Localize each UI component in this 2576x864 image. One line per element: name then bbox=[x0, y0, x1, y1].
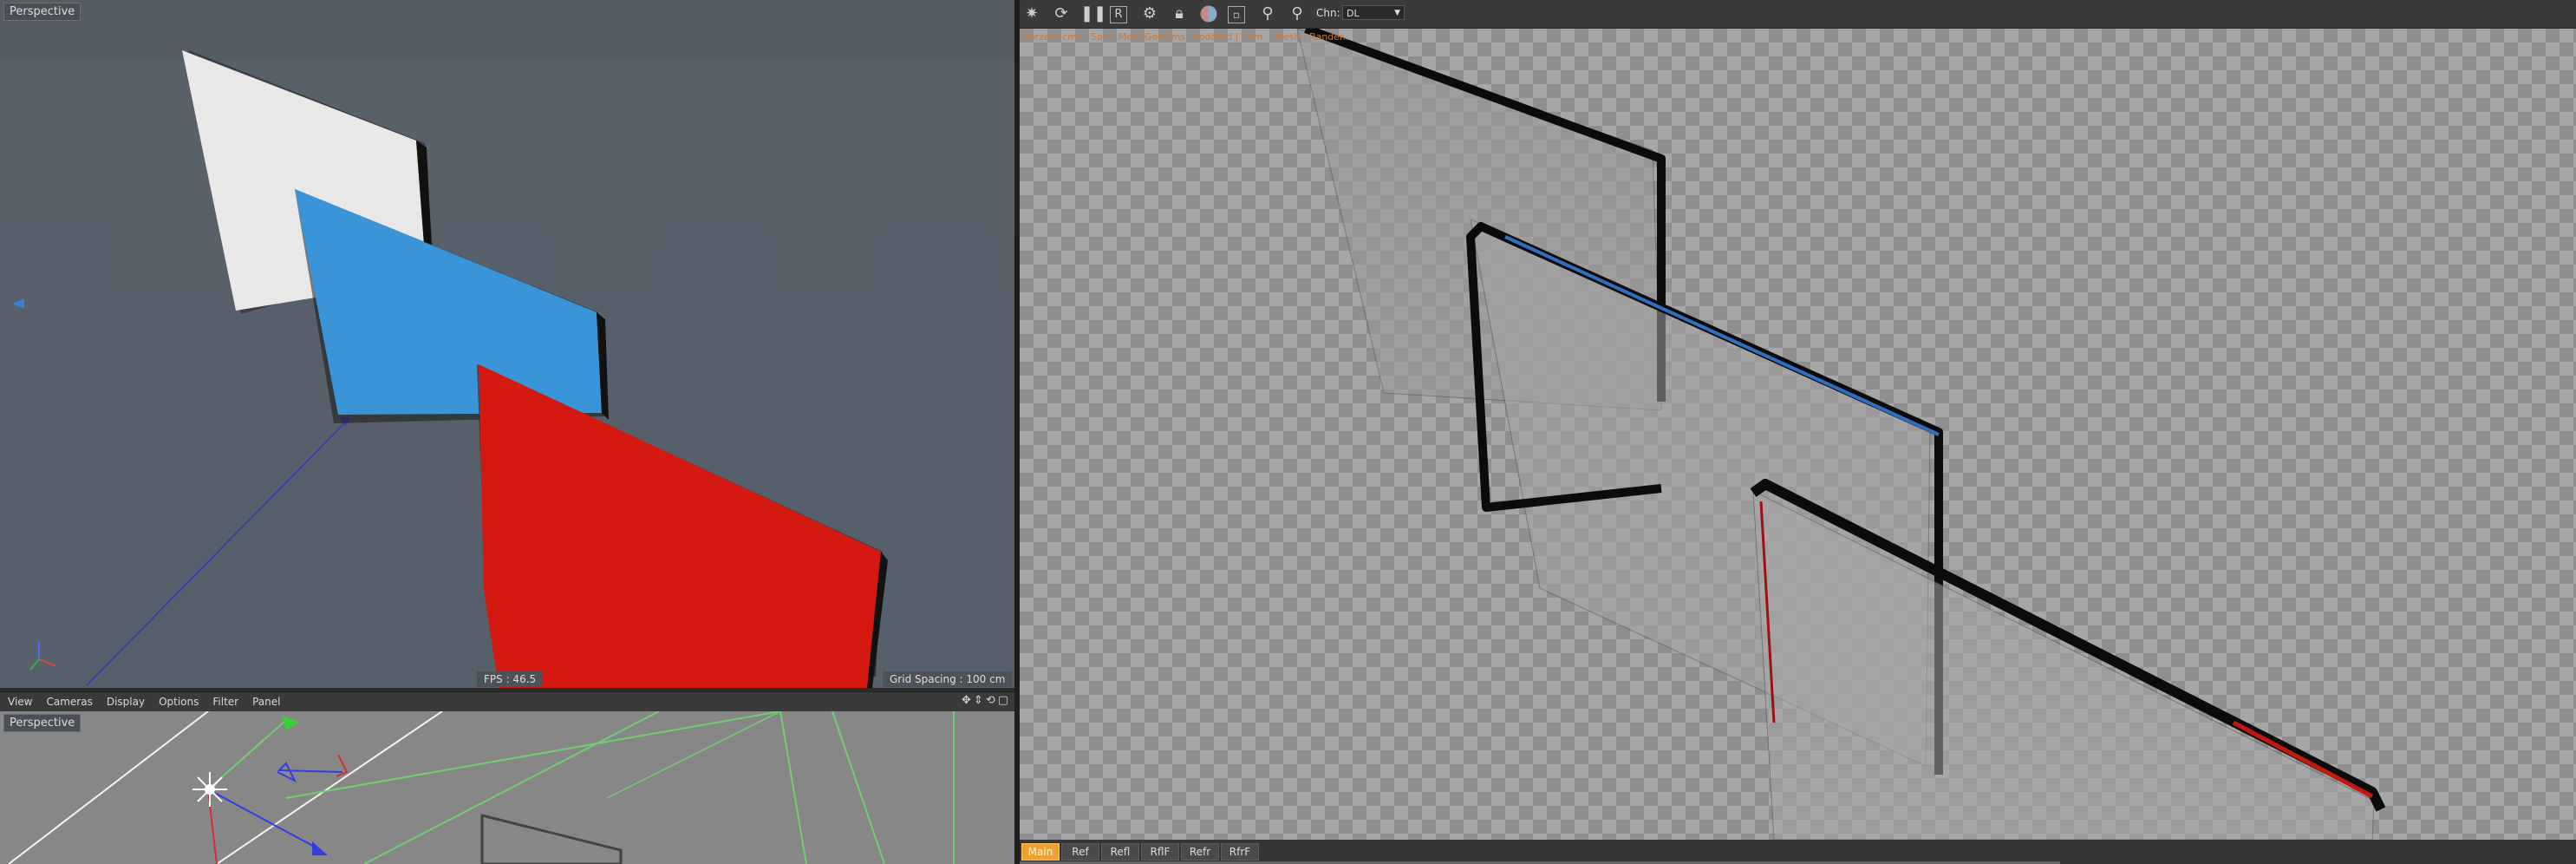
pin-icon[interactable]: ⚲ bbox=[1257, 3, 1278, 24]
viewport-scene[interactable] bbox=[0, 0, 1014, 688]
render-image bbox=[1296, 29, 2386, 840]
render-stats-text: Obrzekr cms : Sam. MesHGenDms: Updated |… bbox=[1021, 31, 1353, 43]
perspective-viewport-top[interactable]: Perspective FPS : 46.5 Grid Spacing : 10… bbox=[0, 0, 1014, 688]
pin-alt-icon[interactable]: ⚲ bbox=[1287, 3, 1308, 24]
camera-gizmo-red bbox=[336, 754, 349, 777]
viewport-menubar: View Cameras Display Options Filter Panel ✥⇕⟲… bbox=[0, 691, 1014, 712]
pass-tab-refr[interactable]: Refr bbox=[1181, 843, 1219, 861]
plane-red[interactable] bbox=[479, 364, 881, 688]
settings-gear-icon[interactable]: ⚙ bbox=[1139, 3, 1160, 24]
refresh-icon[interactable]: ⟳ bbox=[1051, 3, 1072, 24]
menu-display[interactable]: Display bbox=[101, 693, 151, 710]
camera-frustum-line bbox=[779, 711, 807, 864]
viewport-label[interactable]: Perspective bbox=[3, 714, 82, 732]
pass-tab-rfrf[interactable]: RfrF bbox=[1221, 843, 1259, 861]
menu-view[interactable]: View bbox=[2, 693, 38, 710]
pass-tab-refl[interactable]: Refl bbox=[1101, 843, 1139, 861]
menu-options[interactable]: Options bbox=[153, 693, 205, 710]
region-render-icon[interactable]: R bbox=[1110, 6, 1127, 23]
render-canvas[interactable]: Obrzekr cms : Sam. MesHGenDms: Updated |… bbox=[1020, 29, 2576, 840]
light-marker-icon[interactable] bbox=[12, 298, 24, 309]
menu-filter[interactable]: Filter bbox=[206, 693, 245, 710]
channel-select-value: DL bbox=[1347, 8, 1360, 19]
render-pass-bar: Main Ref Refl RflF Refr RfrF bbox=[1020, 840, 2576, 864]
lock-icon[interactable]: 🔒︎ bbox=[1169, 3, 1190, 24]
menu-panel[interactable]: Panel bbox=[246, 693, 286, 710]
plane-outline bbox=[480, 814, 623, 864]
pass-tab-ref[interactable]: Ref bbox=[1061, 843, 1099, 861]
chevron-down-icon: ▼ bbox=[1394, 9, 1400, 17]
channel-label: Chn: bbox=[1316, 7, 1340, 19]
camera-gizmo bbox=[277, 762, 343, 783]
pause-icon[interactable]: ❚❚ bbox=[1080, 3, 1106, 24]
grid-spacing-readout: Grid Spacing : 100 cm bbox=[883, 671, 1013, 687]
render-view-panel: ✷ ⟳ ❚❚ R ⚙ 🔒︎ ▫ ⚲ ⚲ Chn: DL ▼ Obrzekr cm… bbox=[1020, 0, 2576, 864]
grid-line-white bbox=[8, 711, 209, 864]
menu-cameras[interactable]: Cameras bbox=[40, 693, 98, 710]
axis-gizmo-z bbox=[29, 658, 40, 671]
color-sphere-icon[interactable] bbox=[1198, 3, 1219, 24]
render-toolbar: ✷ ⟳ ❚❚ R ⚙ 🔒︎ ▫ ⚲ ⚲ Chn: DL ▼ bbox=[1020, 0, 2576, 29]
axis-gizmo-x bbox=[38, 658, 57, 667]
render-plane-front bbox=[1752, 490, 2375, 840]
pass-tab-rflf[interactable]: RflF bbox=[1141, 843, 1179, 861]
camera-frustum-line bbox=[831, 711, 885, 864]
frame-icon[interactable]: ▫ bbox=[1228, 6, 1245, 23]
channel-select[interactable]: DL ▼ bbox=[1342, 5, 1405, 20]
fps-readout: FPS : 46.5 bbox=[477, 671, 544, 687]
camera-target-line bbox=[86, 420, 348, 686]
camera-frustum-line bbox=[285, 711, 781, 799]
render-gear-icon[interactable]: ✷ bbox=[1021, 3, 1042, 24]
axis-z-arrow bbox=[312, 841, 328, 855]
viewport-label[interactable]: Perspective bbox=[3, 3, 82, 21]
pass-tab-main[interactable]: Main bbox=[1021, 843, 1060, 861]
axis-y-arrow bbox=[282, 716, 299, 730]
viewport-navigation-icons[interactable]: ✥⇕⟲▢ bbox=[962, 694, 1011, 707]
light-icon[interactable] bbox=[192, 772, 227, 807]
viewport-bottom-scene[interactable] bbox=[0, 711, 1014, 864]
perspective-viewport-bottom[interactable]: Perspective bbox=[0, 711, 1014, 864]
axis-z-line bbox=[207, 789, 322, 851]
plane-blue[interactable] bbox=[295, 189, 602, 415]
